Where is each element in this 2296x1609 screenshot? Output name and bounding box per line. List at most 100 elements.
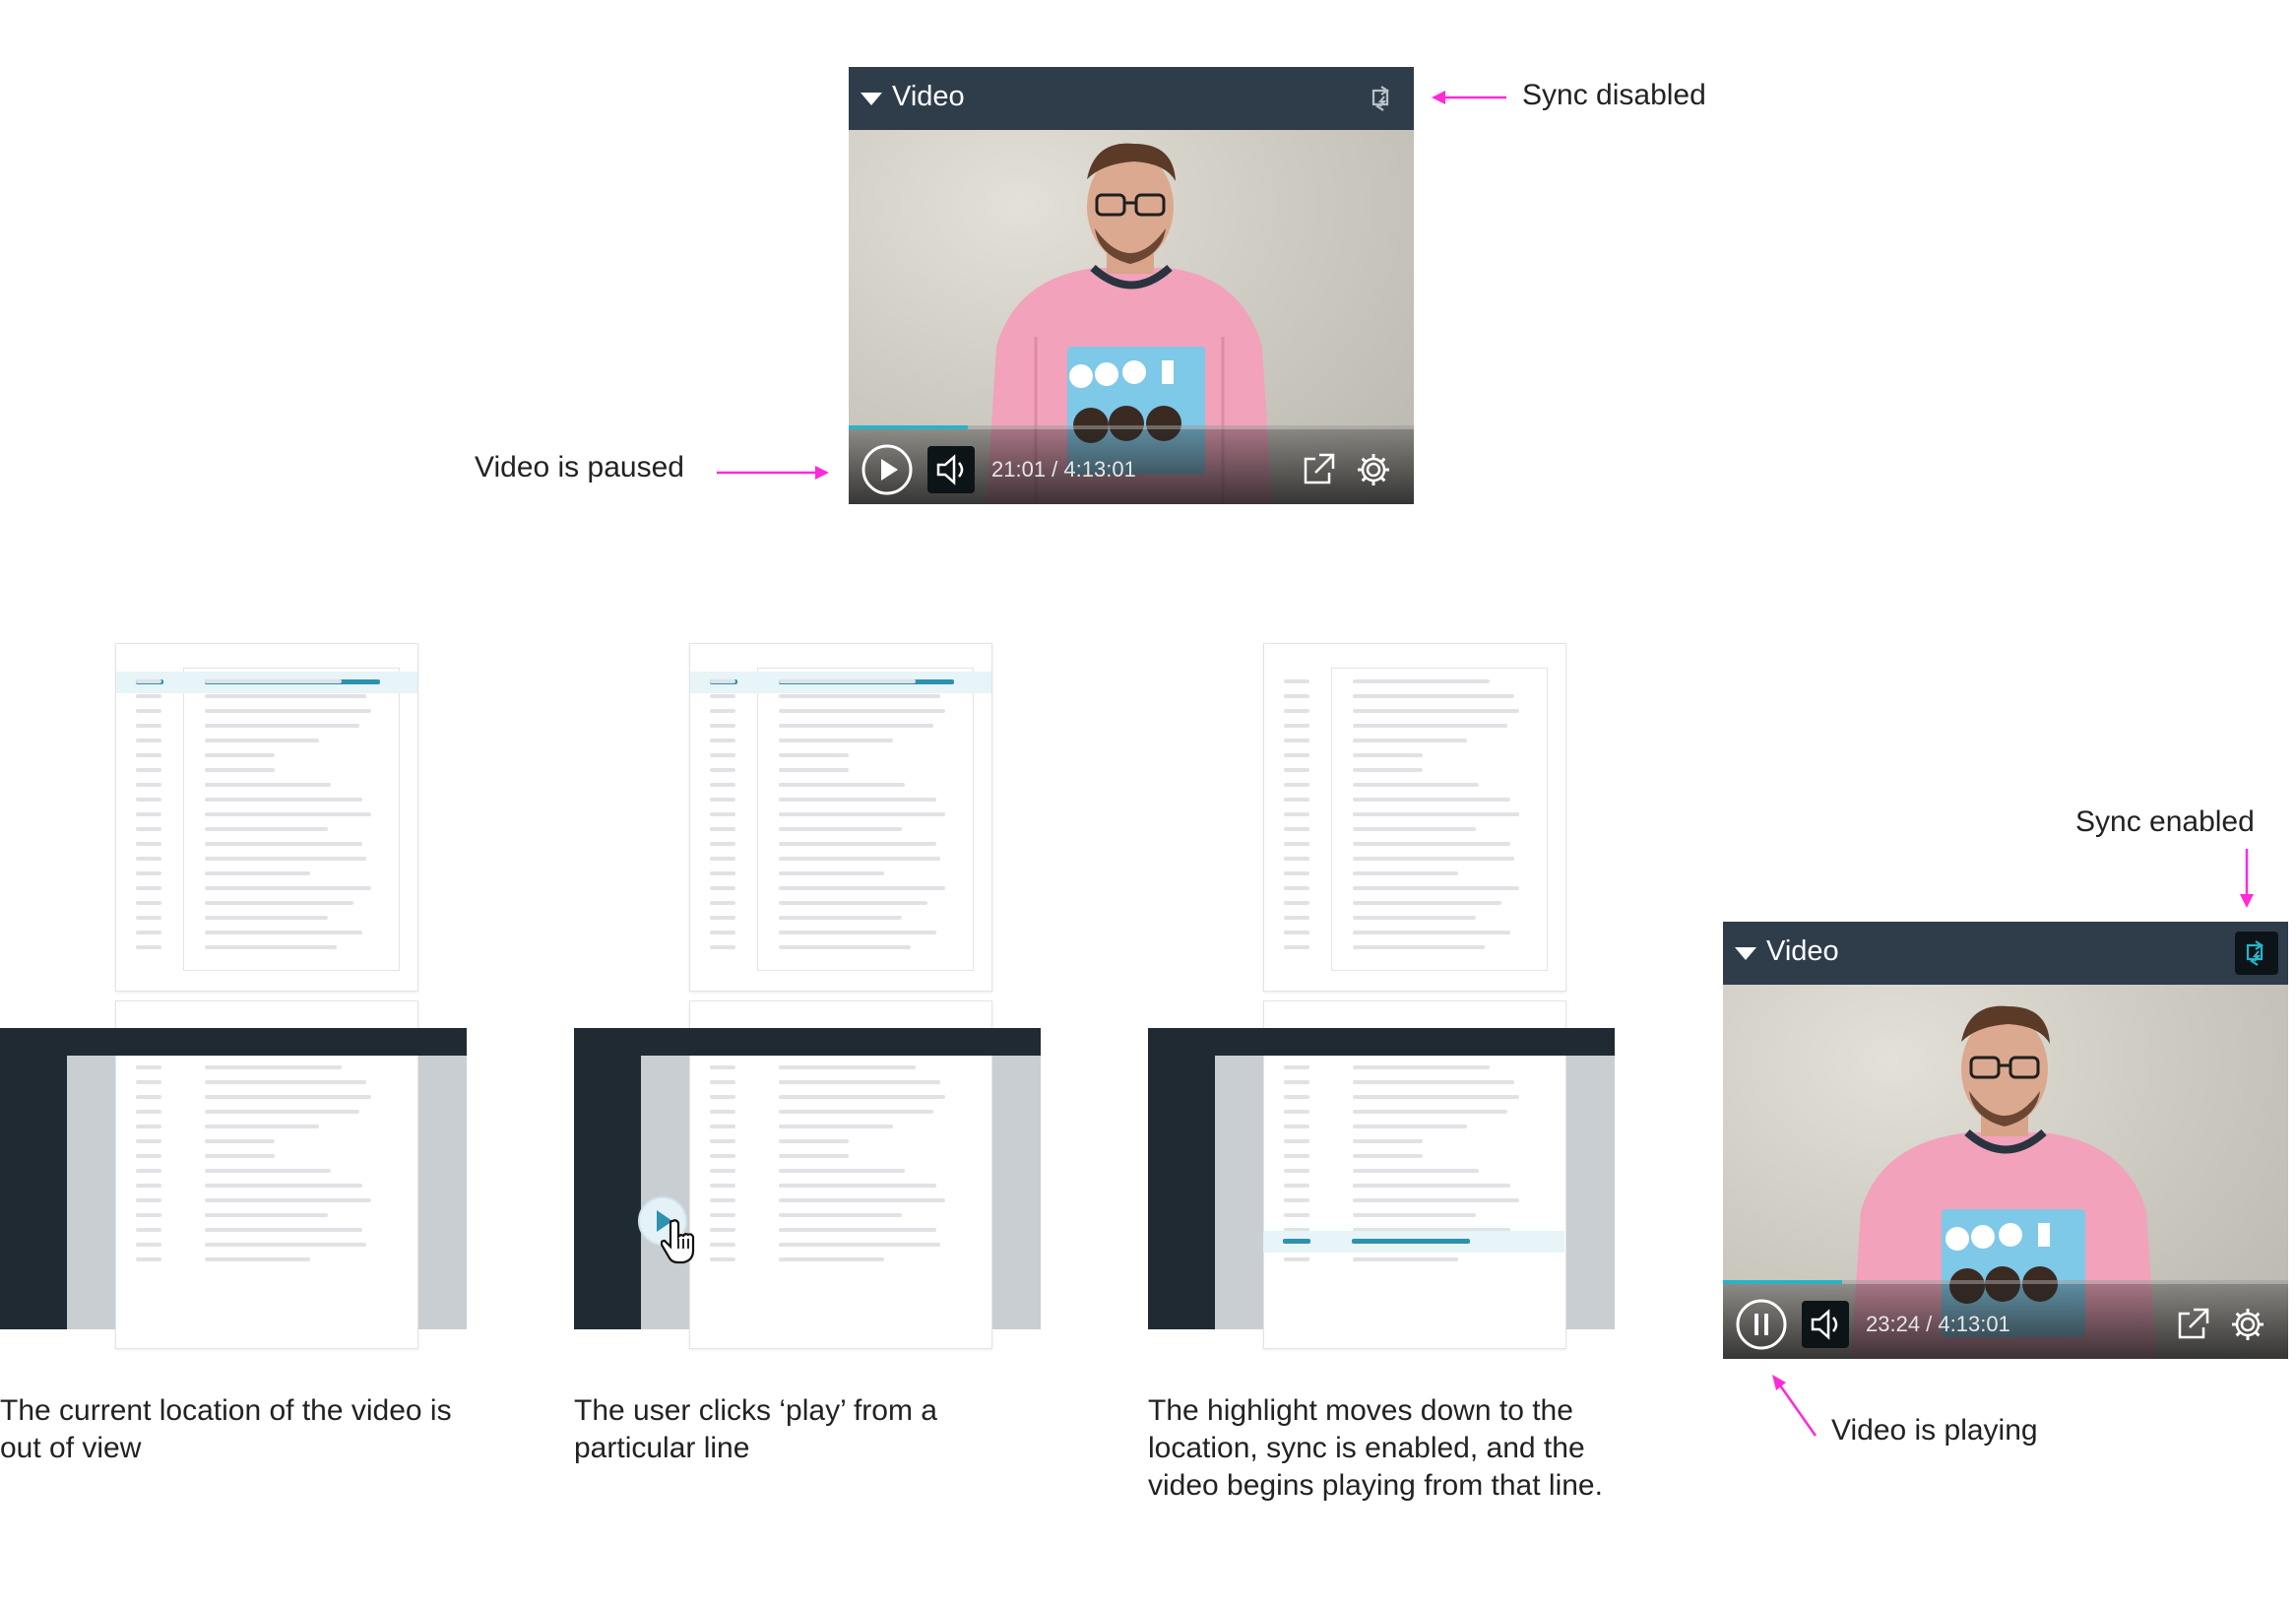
video-paused-label: Video is paused (475, 451, 684, 483)
text-line (205, 724, 359, 728)
line-number-marker (136, 694, 161, 698)
line-number-marker (710, 945, 735, 949)
line-number-marker (710, 1110, 735, 1114)
text-line (1353, 783, 1479, 787)
text-line (1353, 1213, 1476, 1217)
line-number-marker (710, 1139, 735, 1143)
viewport-frame (574, 1028, 1041, 1329)
text-line (205, 679, 342, 683)
text-line (205, 812, 371, 816)
sync-toggle-button[interactable] (2235, 932, 2278, 975)
video-frame[interactable]: 23:24 / 4:13:01 (1723, 985, 2288, 1359)
progress-track[interactable] (1723, 1280, 2288, 1284)
line-number-marker (710, 931, 735, 934)
text-line (1353, 1198, 1519, 1202)
play-button[interactable] (861, 443, 914, 496)
text-line (205, 1139, 275, 1143)
line-number-marker (710, 679, 735, 683)
collapse-triangle-icon[interactable] (1735, 947, 1756, 960)
text-line (1353, 1125, 1467, 1128)
line-number-marker (1284, 886, 1309, 890)
line-number-marker (1284, 1213, 1309, 1217)
text-line (779, 768, 849, 772)
line-number-marker (136, 857, 161, 861)
line-number-marker (710, 901, 735, 905)
pause-button[interactable] (1735, 1298, 1788, 1351)
text-line (1353, 842, 1510, 846)
text-line (205, 1080, 366, 1084)
caption-step-2: The user clicks ‘play’ from a particular… (574, 1394, 937, 1464)
line-number-marker (1284, 945, 1309, 949)
progress-fill (849, 425, 968, 429)
text-line (779, 1213, 902, 1217)
text-line (779, 1243, 940, 1247)
volume-icon[interactable] (1802, 1301, 1849, 1348)
line-number-marker (1284, 753, 1309, 757)
text-line (205, 916, 328, 920)
line-number-marker (710, 1213, 735, 1217)
line-number-marker (136, 798, 161, 802)
text-line (205, 798, 362, 802)
text-line (779, 709, 945, 713)
volume-icon[interactable] (927, 446, 975, 493)
line-number-marker (136, 783, 161, 787)
line-number-marker (710, 1184, 735, 1188)
line-number-marker (710, 1065, 735, 1069)
line-number-marker (136, 1213, 161, 1217)
panel-step-1 (0, 642, 473, 1351)
line-number-marker (136, 916, 161, 920)
text-line (779, 679, 916, 683)
viewport-left-gutter (1215, 1056, 1264, 1329)
text-line (1353, 1169, 1479, 1173)
viewport-right-gutter (1565, 1056, 1615, 1329)
text-line (205, 1198, 371, 1202)
line-number-marker (1284, 679, 1309, 683)
document-page-top (689, 643, 992, 992)
line-number-marker (1284, 1169, 1309, 1173)
progress-track[interactable] (849, 425, 1414, 429)
gear-icon[interactable] (2229, 1306, 2266, 1343)
highlighted-line-text[interactable] (1352, 1239, 1470, 1244)
sync-toggle-button[interactable] (1361, 77, 1404, 120)
line-number-marker (710, 1095, 735, 1099)
viewport-right-gutter (417, 1056, 467, 1329)
text-line (205, 739, 319, 742)
line-number-marker (1284, 842, 1309, 846)
line-number-marker (710, 753, 735, 757)
text-line (205, 871, 310, 875)
line-number-marker (710, 798, 735, 802)
text-line (1353, 945, 1485, 949)
line-number-marker (136, 886, 161, 890)
line-number-marker (136, 753, 161, 757)
line-number-marker (710, 739, 735, 742)
line-number-marker (710, 1080, 735, 1084)
text-line (779, 753, 849, 757)
external-link-icon[interactable] (1300, 451, 1337, 488)
text-line (205, 827, 328, 831)
text-line (1353, 901, 1501, 905)
text-line (1353, 709, 1519, 713)
text-line (205, 783, 331, 787)
video-playing-arrow (1772, 1375, 1818, 1437)
line-number-marker (136, 1095, 161, 1099)
text-line (1353, 724, 1507, 728)
gear-icon[interactable] (1355, 451, 1392, 488)
external-link-icon[interactable] (2174, 1306, 2211, 1343)
viewport-document (115, 1056, 418, 1329)
text-line (779, 1184, 936, 1188)
text-line (1353, 827, 1476, 831)
document-text-column (183, 668, 400, 971)
line-number-marker (710, 1125, 735, 1128)
collapse-triangle-icon[interactable] (861, 93, 882, 105)
line-number-marker (136, 679, 161, 683)
line-number-marker (136, 1080, 161, 1084)
text-line (205, 1125, 319, 1128)
line-number-marker (1284, 857, 1309, 861)
line-number-marker (710, 827, 735, 831)
text-line (1353, 768, 1423, 772)
video-frame[interactable]: 21:01 / 4:13:01 (849, 130, 1414, 504)
line-number-marker (1284, 1257, 1309, 1261)
line-number-marker (1284, 768, 1309, 772)
text-line (779, 945, 911, 949)
line-number-marker (710, 1243, 735, 1247)
